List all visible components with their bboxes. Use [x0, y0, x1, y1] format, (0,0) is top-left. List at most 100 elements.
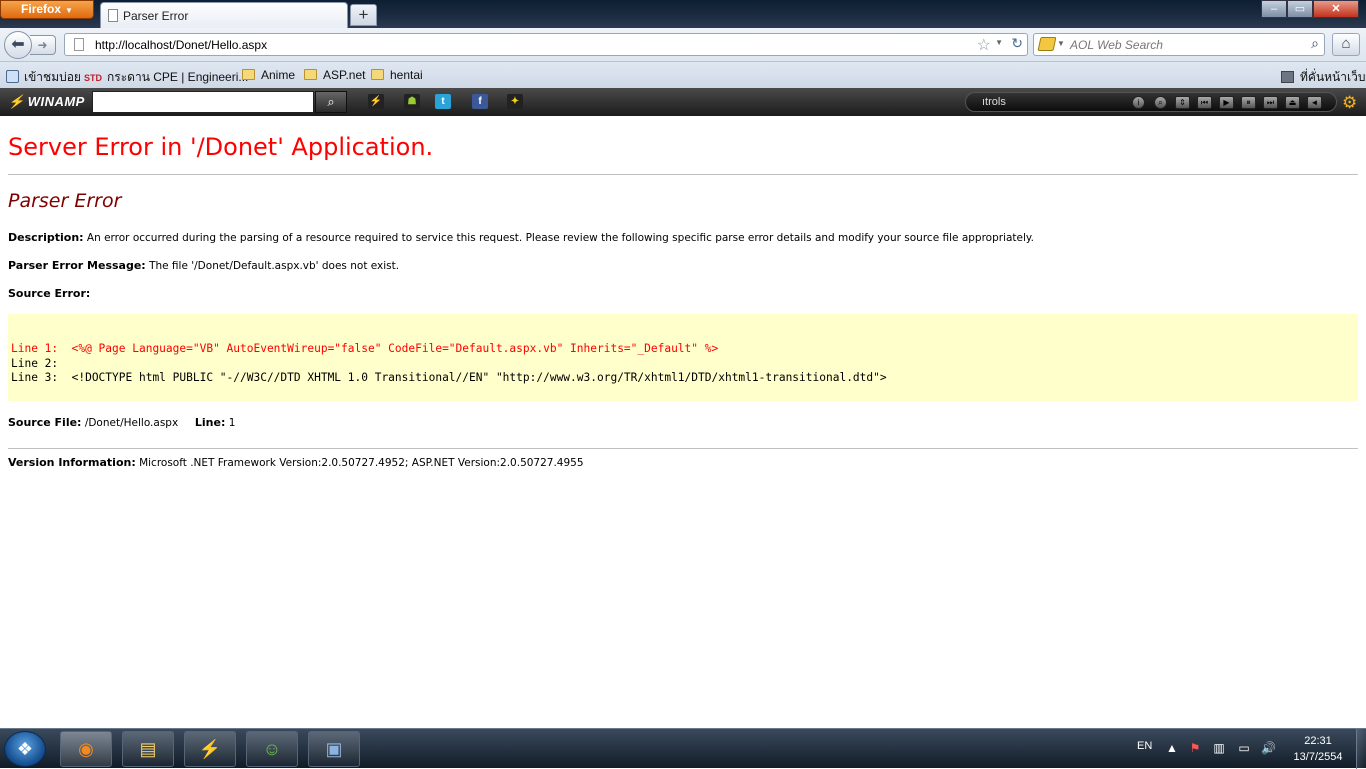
search-input[interactable]: ▼ AOL Web Search ⌕ — [1033, 33, 1325, 56]
arrow-right-icon: ➜ — [37, 38, 48, 52]
maximize-button[interactable]: ▭ — [1287, 0, 1313, 18]
aim-icon[interactable]: ✦ — [507, 94, 523, 109]
url-bar[interactable]: http://localhost/Donet/Hello.aspx ☆ ▼ ↻ — [64, 33, 1028, 56]
taskbar-messenger[interactable]: ☺ — [246, 731, 298, 767]
window-titlebar: Firefox ▼ Parser Error + – ▭ ✕ — [0, 0, 1366, 28]
bookmark-label: กระดาน CPE | Engineeri... — [107, 70, 249, 84]
bookmark-cpe-board[interactable]: STD กระดาน CPE | Engineeri... — [84, 68, 248, 87]
winamp-search-input[interactable] — [92, 91, 314, 113]
version-info-paragraph: Version Information: Microsoft .NET Fram… — [8, 456, 584, 469]
folder-icon — [304, 69, 317, 80]
new-tab-button[interactable]: + — [350, 4, 377, 26]
folder-icon: ▤ — [139, 739, 157, 759]
bookmark-star-icon[interactable]: ☆ — [977, 35, 991, 55]
firefox-menu-button[interactable]: Firefox ▼ — [0, 0, 94, 19]
android-icon[interactable]: ☗ — [404, 94, 420, 109]
bookmark-folder-aspnet[interactable]: ASP.net — [304, 68, 365, 82]
tab-parser-error[interactable]: Parser Error — [100, 2, 348, 28]
page-icon — [74, 38, 84, 51]
std-site-icon: STD — [84, 73, 102, 83]
divider — [8, 174, 1358, 175]
bookmark-folder-anime[interactable]: Anime — [242, 68, 295, 82]
forward-button[interactable]: ➜ — [30, 35, 56, 55]
source-error-heading: Source Error: — [8, 287, 90, 300]
info-icon[interactable]: i — [1132, 96, 1145, 109]
minimize-button[interactable]: – — [1261, 0, 1287, 18]
error-message-paragraph: Parser Error Message: The file '/Donet/D… — [8, 259, 399, 272]
volume-icon[interactable]: ◄ — [1307, 96, 1322, 109]
eject-icon[interactable]: ⏏ — [1285, 96, 1300, 109]
winamp-search-button[interactable]: ⌕ — [315, 91, 347, 113]
recent-icon — [6, 70, 19, 83]
reload-icon[interactable]: ↻ — [1011, 35, 1023, 52]
bookmarks-menu-button[interactable]: ที่คั่นหน้าเว็บ — [1281, 68, 1365, 87]
removable-device-icon[interactable]: ▥ — [1212, 742, 1226, 754]
bookmark-most-visited[interactable]: เข้าชมบ่อย — [6, 68, 81, 87]
twitter-icon[interactable]: t — [435, 94, 451, 109]
bookmark-label: hentai — [390, 68, 423, 82]
taskbar-firefox[interactable]: ◉ — [60, 731, 112, 767]
winamp-logo-text: WINAMP — [27, 94, 85, 109]
visual-studio-icon: ▣ — [325, 739, 343, 759]
search-icon[interactable]: ⌕ — [1154, 96, 1167, 109]
home-button[interactable]: ⌂ — [1332, 33, 1360, 56]
source-file-label: Source File: — [8, 416, 82, 429]
network-icon[interactable]: ▭ — [1237, 742, 1251, 754]
source-line: Line 1: <%@ Page Language="VB" AutoEvent… — [11, 342, 719, 355]
start-button[interactable]: ❖ — [4, 731, 46, 767]
chevron-down-icon: ▼ — [65, 6, 73, 15]
bookmark-folder-hentai[interactable]: hentai — [371, 68, 423, 82]
gear-icon[interactable]: ⚙ — [1342, 93, 1357, 113]
arrow-left-icon: ⬅ — [11, 36, 25, 53]
language-indicator[interactable]: EN — [1137, 740, 1152, 752]
source-file-paragraph: Source File: /Donet/Hello.aspx Line: 1 — [8, 416, 235, 429]
previous-track-icon[interactable]: ⏮ — [1197, 96, 1212, 109]
winamp-player-controls: ıtrols i ⌕ ⇕ ⏮ ▶ ⏸ ⏭ ⏏ ◄ — [965, 92, 1337, 112]
play-icon[interactable]: ▶ — [1219, 96, 1234, 109]
page-icon — [108, 9, 118, 22]
close-button[interactable]: ✕ — [1313, 0, 1359, 18]
firefox-menu-label: Firefox — [21, 2, 62, 16]
windows-logo-icon: ❖ — [16, 739, 34, 759]
clock[interactable]: 22:31 13/7/2554 — [1292, 733, 1344, 765]
description-paragraph: Description: An error occurred during th… — [8, 231, 1034, 244]
tab-title: Parser Error — [123, 9, 189, 23]
volume-icon[interactable]: 🔊 — [1261, 742, 1276, 754]
show-desktop-button[interactable] — [1356, 729, 1366, 769]
winamp-app-icon[interactable]: ⚡ — [368, 94, 384, 109]
taskbar-explorer[interactable]: ▤ — [122, 731, 174, 767]
back-button[interactable]: ⬅ — [4, 31, 32, 59]
winamp-bolt-icon: ⚡ — [198, 739, 222, 759]
chevron-down-icon[interactable]: ▼ — [995, 38, 1003, 47]
next-track-icon[interactable]: ⏭ — [1263, 96, 1278, 109]
search-icon[interactable]: ⌕ — [1311, 35, 1319, 52]
chevron-up-icon[interactable]: ▲ — [1165, 742, 1179, 754]
chevron-down-icon[interactable]: ▼ — [1057, 39, 1065, 48]
folder-icon — [371, 69, 384, 80]
bookmark-label: เข้าชมบ่อย — [24, 70, 81, 84]
taskbar-winamp[interactable]: ⚡ — [184, 731, 236, 767]
menu-toggle-icon[interactable]: ⇕ — [1175, 96, 1190, 109]
line-label: Line: — [194, 416, 226, 429]
source-line: Line 3: <!DOCTYPE html PUBLIC "-//W3C//D… — [11, 371, 887, 384]
bookmarks-toolbar: เข้าชมบ่อย STD กระดาน CPE | Engineeri... … — [0, 62, 1366, 88]
search-engine-icon[interactable] — [1037, 37, 1057, 51]
line-value: 1 — [228, 417, 236, 429]
description-label: Description: — [8, 231, 84, 244]
winamp-bolt-icon: ⚡ — [8, 94, 25, 109]
taskbar-visual-studio[interactable]: ▣ — [308, 731, 360, 767]
page-title: Server Error in '/Donet' Application. — [8, 133, 434, 161]
divider — [8, 448, 1358, 449]
navigation-toolbar: ➜ ⬅ http://localhost/Donet/Hello.aspx ☆ … — [0, 28, 1366, 62]
error-message-label: Parser Error Message: — [8, 259, 146, 272]
pause-icon[interactable]: ⏸ — [1241, 96, 1256, 109]
action-center-flag-icon[interactable]: ⚑ — [1188, 742, 1202, 754]
description-text: An error occurred during the parsing of … — [86, 232, 1034, 244]
facebook-icon[interactable]: f — [472, 94, 488, 109]
home-icon: ⌂ — [1341, 35, 1351, 52]
winamp-toolbar: ⚡ WINAMP ⌕ ⚡ ☗ t f ✦ ıtrols i ⌕ ⇕ ⏮ ▶ ⏸ ⏭… — [0, 88, 1366, 116]
bookmark-label: Anime — [261, 68, 296, 82]
winamp-logo[interactable]: ⚡ WINAMP — [8, 94, 85, 110]
error-message-text: The file '/Donet/Default.aspx.vb' does n… — [149, 260, 400, 272]
source-file-value: /Donet/Hello.aspx — [84, 417, 179, 429]
